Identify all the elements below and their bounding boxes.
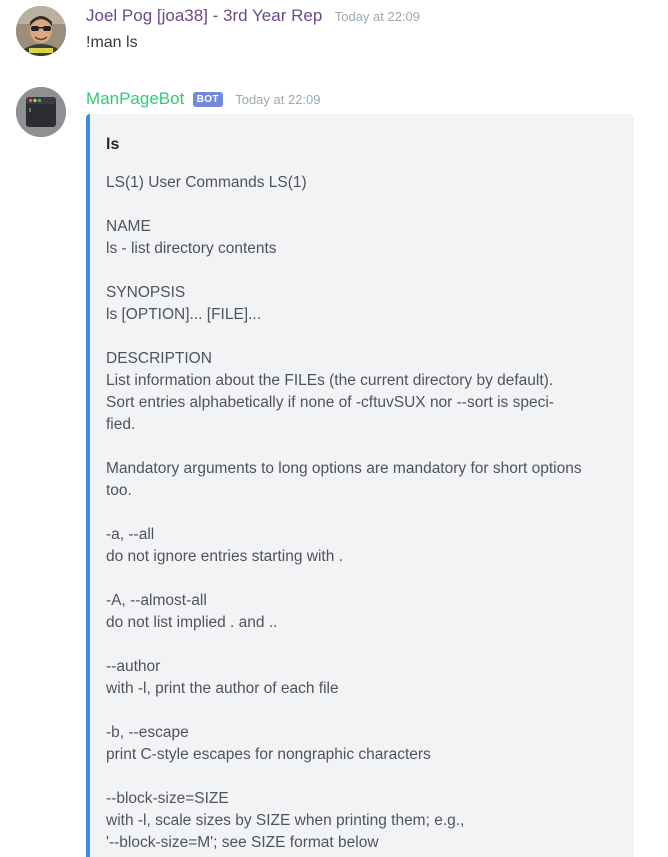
message-text: !man ls: [86, 34, 138, 51]
description-line: LS(1) User Commands LS(1): [106, 174, 307, 191]
message-item: Joel Pog [joa38] - 3rd Year Rep Today at…: [0, 0, 668, 70]
description-line: List information about the FILEs (the cu…: [106, 372, 554, 389]
description-line: -a, --all: [106, 526, 155, 543]
message-header: ManPageBot BOT Today at 22:09: [86, 89, 321, 109]
bot-tag-badge: BOT: [192, 92, 223, 107]
description-line: do not ignore entries starting with .: [106, 548, 343, 565]
bot-avatar[interactable]: [16, 87, 66, 137]
description-line: do not list implied . and ..: [106, 614, 278, 631]
embed-card: ls LS(1) User Commands LS(1) NAME ls - lis…: [86, 114, 634, 857]
description-line: -A, --almost-all: [106, 592, 207, 609]
description-line: print C-style escapes for nongraphic cha…: [106, 746, 431, 763]
description-line: Mandatory arguments to long options are …: [106, 460, 582, 477]
username[interactable]: ManPageBot: [86, 89, 184, 108]
description-line: DESCRIPTION: [106, 350, 212, 367]
description-line: with -l, scale sizes by SIZE when printi…: [106, 812, 465, 829]
timestamp[interactable]: Today at 22:09: [335, 9, 420, 24]
description-line: SYNOPSIS: [106, 284, 186, 301]
description-line: '--block-size=M'; see SIZE format below: [106, 834, 379, 851]
description-line: --author: [106, 658, 161, 675]
description-line: fied.: [106, 416, 136, 433]
description-line: ls - list directory contents: [106, 240, 277, 257]
embed-description: LS(1) User Commands LS(1) NAME ls - list d…: [106, 172, 616, 854]
timestamp[interactable]: Today at 22:09: [235, 92, 320, 107]
chat-message-list: Joel Pog [joa38] - 3rd Year Rep Today at…: [0, 0, 668, 857]
message-header: Joel Pog [joa38] - 3rd Year Rep Today at…: [86, 6, 420, 26]
user-avatar-icon: [16, 6, 66, 56]
description-line: -b, --escape: [106, 724, 189, 741]
description-line: NAME: [106, 218, 151, 235]
username[interactable]: Joel Pog [joa38] - 3rd Year Rep: [86, 6, 322, 25]
user-avatar[interactable]: [16, 6, 66, 56]
description-line: with -l, print the author of each file: [106, 680, 339, 697]
message-item: ManPageBot BOT Today at 22:09 ls LS(1) U…: [0, 84, 668, 857]
description-line: Sort entries alphabetically if none of -…: [106, 394, 554, 411]
embed-title: ls: [106, 136, 120, 153]
description-line: ls [OPTION]... [FILE]...: [106, 306, 262, 323]
description-line: too.: [106, 482, 132, 499]
description-line: --block-size=SIZE: [106, 790, 229, 807]
terminal-icon: [16, 87, 66, 137]
